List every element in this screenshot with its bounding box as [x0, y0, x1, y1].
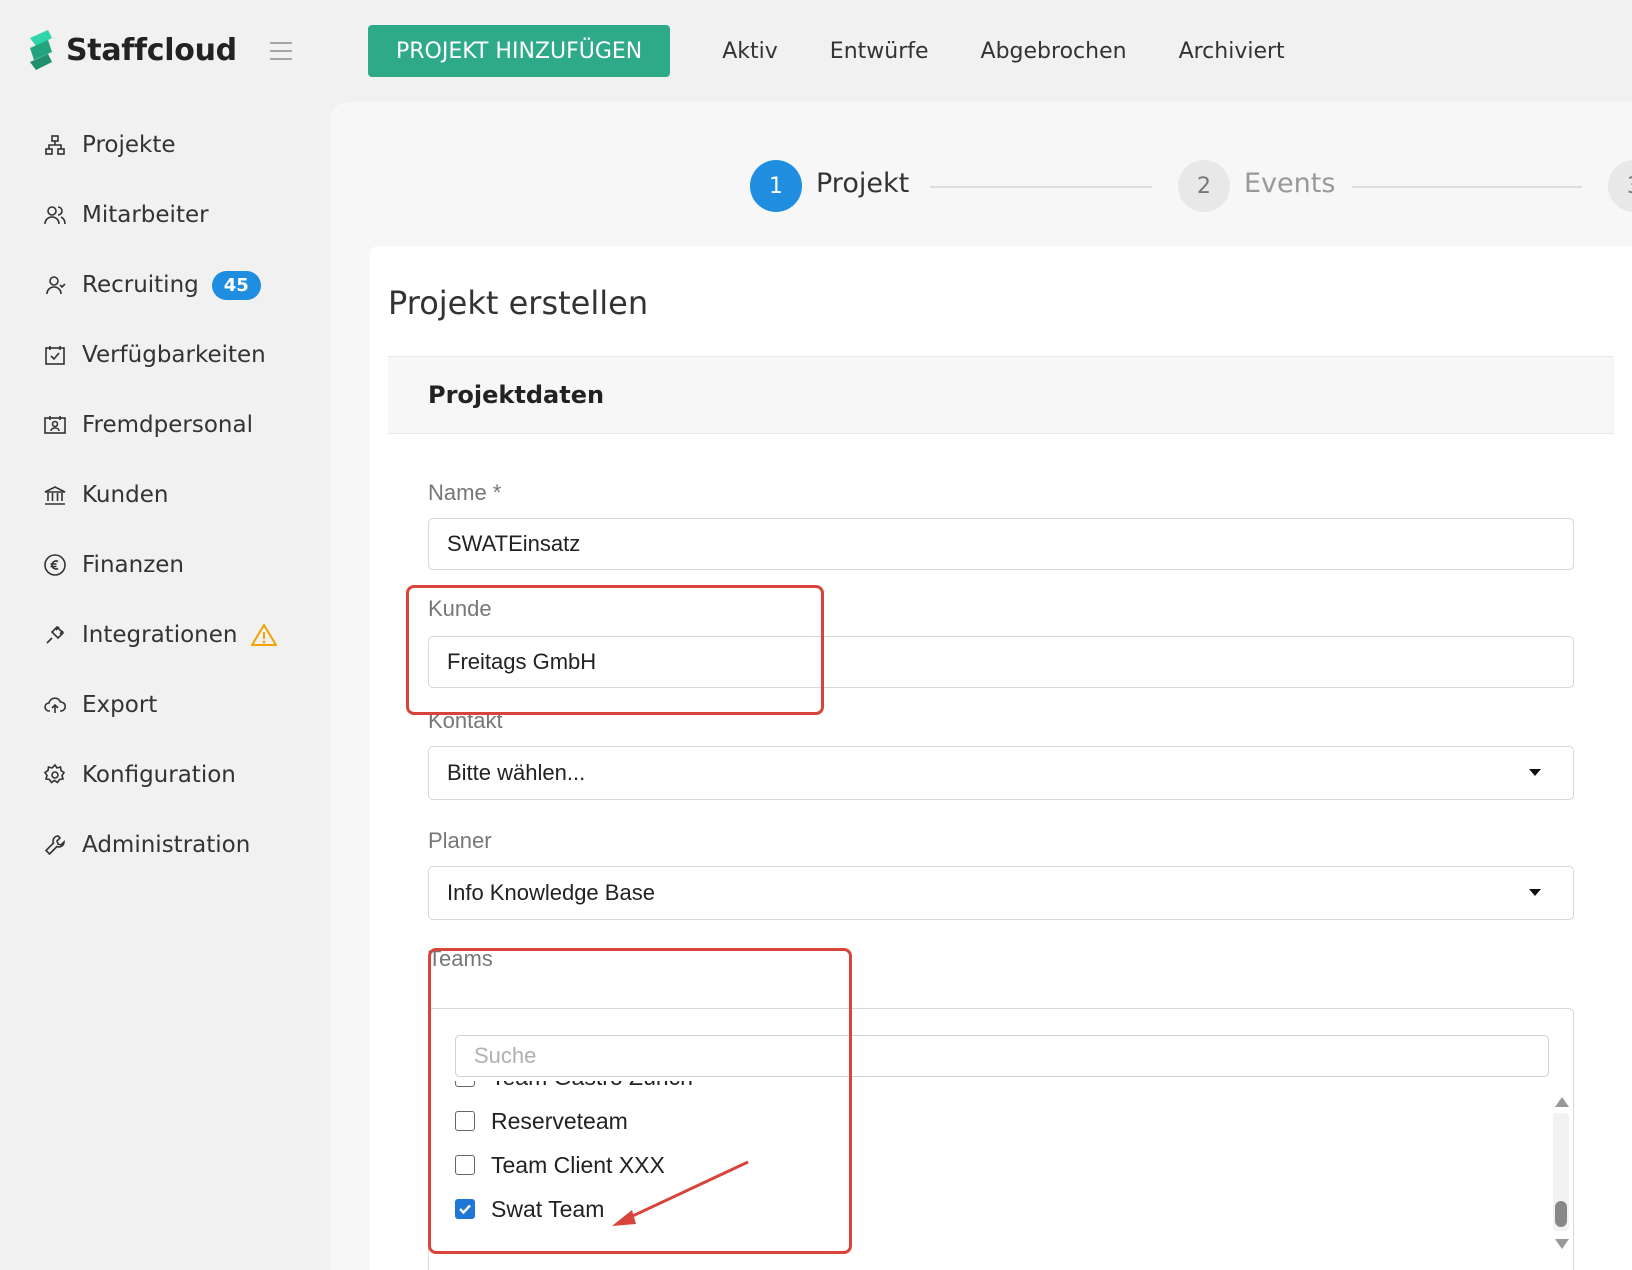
kontakt-selected-value: Bitte wählen... [447, 760, 586, 785]
sidebar-item-label: Administration [82, 832, 251, 858]
cloud-upload-icon [42, 692, 68, 718]
sidebar-item-label: Kunden [82, 482, 169, 508]
scroll-up-icon[interactable] [1555, 1097, 1569, 1107]
sidebar-item-integrationen[interactable]: Integrationen [42, 615, 278, 655]
sidebar-item-label: Mitarbeiter [82, 202, 209, 228]
page-title: Projekt erstellen [388, 284, 649, 322]
kontakt-select[interactable]: Bitte wählen... [428, 746, 1574, 800]
step-1-number[interactable]: 1 [750, 160, 802, 212]
step-connector [930, 186, 1152, 188]
gear-icon [42, 762, 68, 788]
checkbox[interactable] [455, 1155, 475, 1175]
team-item[interactable]: Team Gastro Zürich [455, 1081, 693, 1097]
sidebar-item-projekte[interactable]: Projekte [42, 125, 176, 165]
team-item[interactable]: Reserveteam [455, 1101, 628, 1141]
step-2-number[interactable]: 2 [1178, 160, 1230, 212]
sidebar-item-label: Konfiguration [82, 762, 236, 788]
step-3-number[interactable]: 3 [1608, 160, 1632, 212]
add-project-button[interactable]: PROJEKT HINZUFÜGEN [368, 25, 671, 77]
top-nav: PROJEKT HINZUFÜGEN Aktiv Entwürfe Abgebr… [368, 25, 1285, 77]
user-icon [42, 272, 68, 298]
plug-icon [42, 622, 68, 648]
teams-scrollbar[interactable] [1551, 1089, 1571, 1257]
teams-label: Teams [428, 946, 493, 971]
scroll-down-icon[interactable] [1555, 1239, 1569, 1249]
staffcloud-logo-icon [30, 30, 52, 70]
section-title: Projektdaten [428, 381, 605, 409]
sidebar-item-label: Projekte [82, 132, 176, 158]
tab-entwuerfe[interactable]: Entwürfe [830, 39, 929, 64]
kunde-input[interactable] [447, 649, 1555, 675]
scrollbar-thumb[interactable] [1555, 1201, 1567, 1227]
team-name: Swat Team [491, 1195, 605, 1222]
sidebar-item-konfiguration[interactable]: Konfiguration [42, 755, 236, 795]
planer-label: Planer [428, 828, 492, 853]
sidebar-item-verfuegbarkeiten[interactable]: Verfügbarkeiten [42, 335, 266, 375]
sidebar-item-finanzen[interactable]: Finanzen [42, 545, 184, 585]
tab-abgebrochen[interactable]: Abgebrochen [981, 39, 1127, 64]
sitemap-icon [42, 132, 68, 158]
checkbox[interactable] [455, 1111, 475, 1131]
kunde-field[interactable] [428, 636, 1574, 688]
name-label: Name * [428, 480, 502, 505]
planer-select[interactable]: Info Knowledge Base [428, 866, 1574, 920]
sidebar-item-recruiting[interactable]: Recruiting 45 [42, 265, 261, 305]
users-icon [42, 202, 68, 228]
wrench-icon [42, 832, 68, 858]
project-form-card: Projekt erstellen Projektdaten Name * Ku… [370, 246, 1632, 1270]
sidebar-item-label: Verfügbarkeiten [82, 342, 266, 368]
kontakt-label: Kontakt [428, 708, 503, 733]
checkbox-checked[interactable] [455, 1199, 475, 1219]
name-field[interactable] [428, 518, 1574, 570]
teams-multiselect: Team Gastro Zürich Reserveteam Team Clie… [428, 1008, 1574, 1270]
team-name: Team Client XXX [491, 1151, 665, 1178]
euro-icon [42, 552, 68, 578]
warning-icon [251, 624, 278, 646]
team-item-selected[interactable]: Swat Team [455, 1189, 604, 1229]
name-input[interactable] [447, 531, 1555, 557]
chevron-down-icon [1529, 769, 1541, 776]
tab-archiviert[interactable]: Archiviert [1179, 39, 1285, 64]
tab-aktiv[interactable]: Aktiv [722, 39, 778, 64]
sidebar-item-kunden[interactable]: Kunden [42, 475, 168, 515]
staffcloud-logo[interactable]: Staffcloud [26, 26, 237, 74]
planer-selected-value: Info Knowledge Base [447, 880, 655, 905]
team-item[interactable]: Team Client XXX [455, 1145, 665, 1185]
team-name: Team Gastro Zürich [491, 1081, 693, 1091]
id-card-icon [42, 412, 68, 438]
kunde-label: Kunde [428, 596, 492, 621]
chevron-down-icon [1529, 889, 1541, 896]
sidebar-item-administration[interactable]: Administration [42, 825, 250, 865]
stepper: 1 Projekt 2 Events 3 [330, 102, 1632, 242]
sidebar-item-label: Finanzen [82, 552, 184, 578]
sidebar-item-fremdpersonal[interactable]: Fremdpersonal [42, 405, 253, 445]
checkbox[interactable] [455, 1081, 475, 1087]
menu-toggle-icon[interactable] [270, 42, 292, 60]
recruiting-count-badge: 45 [211, 270, 261, 300]
checkmark-icon [459, 1204, 471, 1215]
section-header: Projektdaten [388, 356, 1614, 434]
sidebar-item-label: Recruiting [82, 272, 199, 298]
step-1-label[interactable]: Projekt [816, 168, 909, 199]
step-2-label[interactable]: Events [1244, 168, 1335, 199]
sidebar-item-label: Export [82, 692, 158, 718]
sidebar-item-label: Integrationen [82, 622, 238, 648]
sidebar-item-mitarbeiter[interactable]: Mitarbeiter [42, 195, 209, 235]
sidebar-item-export[interactable]: Export [42, 685, 157, 725]
teams-list: Team Gastro Zürich Reserveteam Team Clie… [455, 1081, 1495, 1265]
app-name: Staffcloud [66, 32, 237, 68]
teams-search-input[interactable] [455, 1035, 1549, 1077]
main-content: 1 Projekt 2 Events 3 Projekt erstellen P… [330, 102, 1632, 1270]
sidebar-item-label: Fremdpersonal [82, 412, 253, 438]
step-connector [1352, 186, 1582, 188]
team-name: Reserveteam [491, 1107, 628, 1134]
calendar-check-icon [42, 342, 68, 368]
bank-icon [42, 482, 68, 508]
